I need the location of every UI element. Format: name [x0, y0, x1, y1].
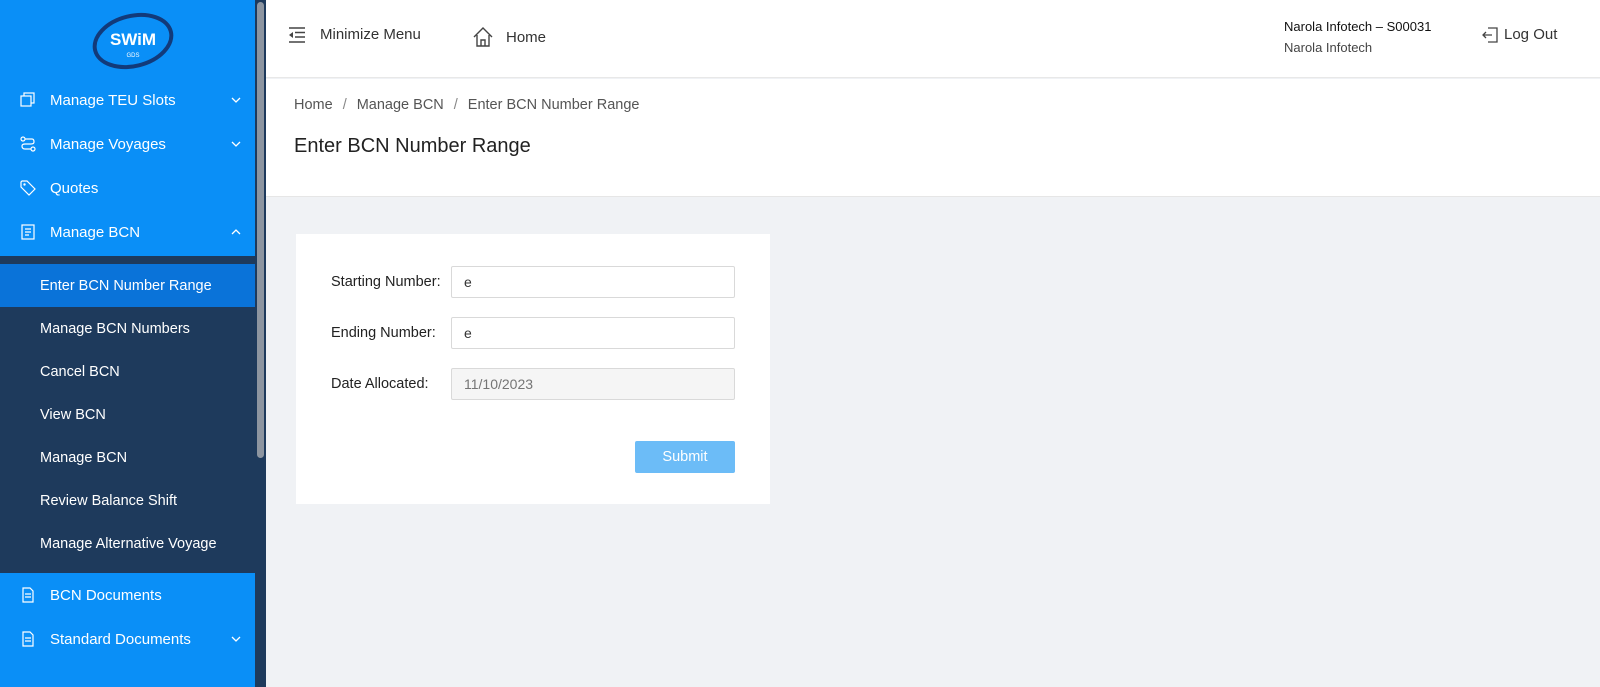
- sidebar-item-quotes[interactable]: Quotes: [0, 166, 266, 210]
- logout-label: Log Out: [1504, 26, 1558, 43]
- submenu-item-manage-bcn-numbers[interactable]: Manage BCN Numbers: [0, 307, 266, 350]
- sidebar-item-manage-bcn[interactable]: Manage BCN: [0, 210, 266, 254]
- ending-number-input[interactable]: [451, 317, 735, 349]
- breadcrumb-home[interactable]: Home: [294, 97, 333, 113]
- sidebar-item-label: Quotes: [50, 179, 99, 197]
- logout-icon: [1482, 26, 1498, 43]
- submenu-item-view-bcn[interactable]: View BCN: [0, 393, 266, 436]
- ending-number-label: Ending Number:: [331, 325, 436, 341]
- document-icon: [20, 586, 38, 604]
- submenu-item-enter-bcn-number-range[interactable]: Enter BCN Number Range: [0, 264, 266, 307]
- date-allocated-row: Date Allocated:: [331, 368, 735, 400]
- user-info: Narola Infotech – S00031 Narola Infotech: [1284, 19, 1431, 55]
- document-icon: [20, 630, 38, 648]
- breadcrumb: Home / Manage BCN / Enter BCN Number Ran…: [294, 97, 639, 113]
- manage-bcn-submenu: Enter BCN Number Range Manage BCN Number…: [0, 256, 266, 573]
- menu-fold-icon: [288, 26, 306, 43]
- sidebar-item-bcn-documents[interactable]: BCN Documents: [0, 573, 266, 617]
- minimize-menu-button[interactable]: Minimize Menu: [288, 26, 421, 43]
- submit-button[interactable]: Submit: [635, 441, 735, 473]
- route-icon: [20, 135, 38, 153]
- logo-sub: GDS: [126, 53, 139, 59]
- tag-icon: [20, 179, 38, 197]
- submenu-item-review-balance-shift[interactable]: Review Balance Shift: [0, 479, 266, 522]
- chevron-down-icon: [230, 138, 242, 150]
- starting-number-row: Starting Number:: [331, 266, 735, 298]
- breadcrumb-separator: /: [453, 97, 458, 113]
- swim-logo-icon: SWiM GDS: [92, 12, 174, 70]
- top-header: Minimize Menu Home Narola Infotech – S00…: [266, 0, 1600, 78]
- user-name: Narola Infotech – S00031: [1284, 19, 1432, 34]
- file-text-icon: [20, 223, 38, 241]
- submenu-item-manage-bcn[interactable]: Manage BCN: [0, 436, 266, 479]
- chevron-up-icon: [230, 226, 242, 238]
- date-allocated-input: [451, 368, 735, 400]
- submenu-item-cancel-bcn[interactable]: Cancel BCN: [0, 350, 266, 393]
- date-allocated-label: Date Allocated:: [331, 376, 429, 392]
- minimize-menu-label: Minimize Menu: [320, 26, 421, 43]
- chevron-down-icon: [230, 633, 242, 645]
- breadcrumb-current: Enter BCN Number Range: [467, 97, 640, 113]
- sidebar-item-label: Manage BCN: [50, 223, 141, 241]
- bcn-range-form: Starting Number: Ending Number: Date All…: [296, 234, 770, 504]
- page-header: Home / Manage BCN / Enter BCN Number Ran…: [266, 79, 1600, 197]
- home-button[interactable]: Home: [472, 26, 546, 48]
- sidebar-item-label: Manage TEU Slots: [50, 91, 176, 109]
- logo[interactable]: SWiM GDS: [0, 0, 266, 78]
- breadcrumb-separator: /: [342, 97, 347, 113]
- logout-button[interactable]: Log Out: [1482, 26, 1557, 43]
- user-organization: Narola Infotech: [1284, 40, 1373, 55]
- sidebar-item-manage-teu-slots[interactable]: Manage TEU Slots: [0, 78, 266, 122]
- sidebar-item-label: BCN Documents: [50, 586, 162, 604]
- sidebar-scrollbar-thumb[interactable]: [257, 2, 264, 458]
- chevron-down-icon: [230, 94, 242, 106]
- breadcrumb-manage-bcn[interactable]: Manage BCN: [357, 97, 444, 113]
- logo-text: SWiM: [110, 30, 156, 49]
- sidebar-item-manage-voyages[interactable]: Manage Voyages: [0, 122, 266, 166]
- sidebar-item-label: Standard Documents: [50, 630, 191, 648]
- sidebar: SWiM GDS Manage TEU Slots Manage Voyages…: [0, 0, 266, 687]
- starting-number-label: Starting Number:: [331, 274, 441, 290]
- page-title: Enter BCN Number Range: [294, 135, 531, 157]
- starting-number-input[interactable]: [451, 266, 735, 298]
- sidebar-item-standard-documents[interactable]: Standard Documents: [0, 617, 266, 661]
- sidebar-scrollbar[interactable]: [255, 0, 266, 687]
- copy-icon: [20, 91, 38, 109]
- submenu-item-manage-alternative-voyage[interactable]: Manage Alternative Voyage: [0, 522, 266, 565]
- home-label: Home: [506, 28, 547, 46]
- ending-number-row: Ending Number:: [331, 317, 735, 349]
- sidebar-item-label: Manage Voyages: [50, 135, 166, 153]
- home-icon: [472, 26, 494, 48]
